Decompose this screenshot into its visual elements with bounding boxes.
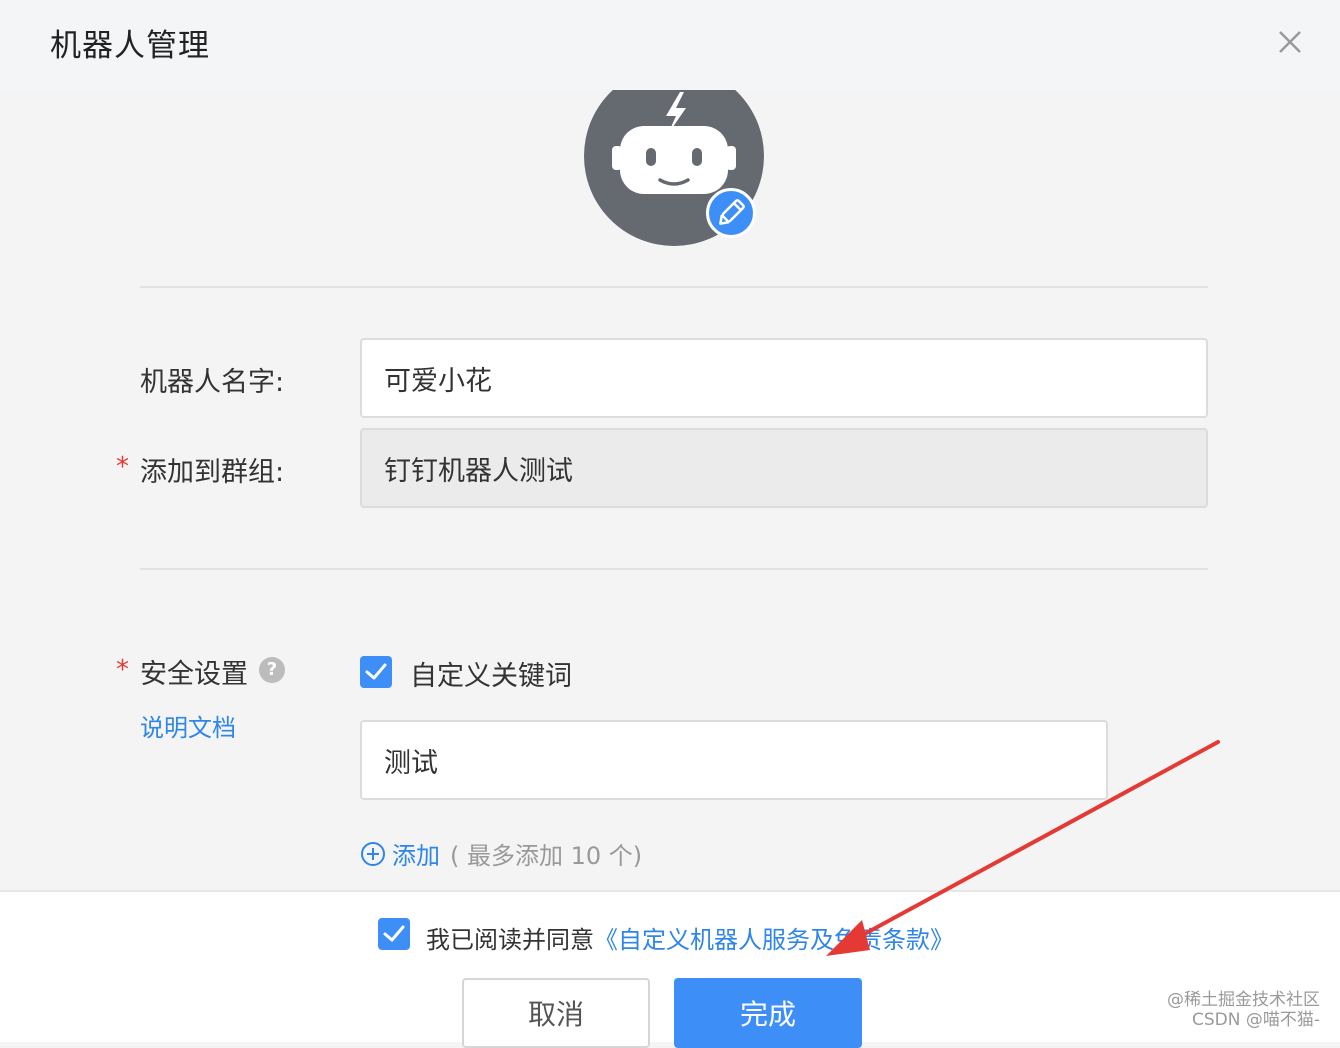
keyword-checkbox-label: 自定义关键词 [410,661,572,692]
required-mark: * [116,655,129,685]
keyword-input[interactable]: 测试 [360,720,1108,800]
docs-link[interactable]: 说明文档 [140,708,236,743]
group-label: 添加到群组: [140,457,285,488]
agree-text: 我已阅读并同意 [426,926,594,954]
add-limit-hint: ( 最多添加 10 个) [450,842,643,870]
add-keyword-link[interactable]: 添加 [392,836,440,871]
robot-name-label: 机器人名字: [140,367,285,398]
question-icon[interactable]: ? [259,657,285,683]
check-icon [383,925,405,942]
security-settings-label: 安全设置 [140,659,248,690]
dialog-footer [0,890,1340,1042]
cancel-button[interactable]: 取消 [462,978,650,1048]
group-field: 钉钉机器人测试 [360,428,1208,508]
watermark-line: @稀土掘金技术社区 [1167,990,1320,1010]
check-icon [365,663,387,680]
keyword-checkbox[interactable] [360,656,392,688]
agree-checkbox[interactable] [378,918,410,950]
watermark: @稀土掘金技术社区 CSDN @喵不猫- [1150,990,1320,1030]
section-divider [140,286,1208,288]
watermark-line: CSDN @喵不猫- [1191,1010,1320,1030]
terms-link[interactable]: 《自定义机器人服务及免责条款》 [594,920,954,955]
plus-circle-icon[interactable] [360,841,386,867]
robot-name-input[interactable]: 可爱小花 [360,338,1208,418]
done-button[interactable]: 完成 [674,978,862,1048]
pencil-icon [719,199,745,225]
dialog-title: 机器人管理 [50,28,210,64]
required-mark: * [116,452,129,482]
add-keyword-row: 添加 ( 最多添加 10 个) [360,836,642,871]
close-icon[interactable] [1272,24,1308,60]
section-divider [140,568,1208,570]
edit-avatar-button[interactable] [706,188,756,238]
agree-text-row: 我已阅读并同意 《自定义机器人服务及免责条款》 [426,920,954,955]
